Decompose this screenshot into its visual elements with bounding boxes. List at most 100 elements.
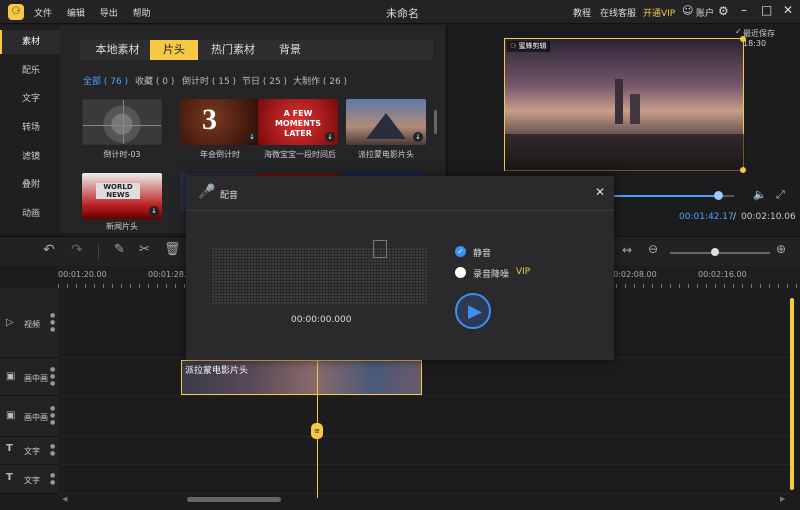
filter-blockbuster[interactable]: 大制作 ( 26 ) [293,74,347,87]
download-icon[interactable]: ↓ [149,206,159,216]
download-icon[interactable]: ↓ [413,132,423,142]
download-icon[interactable]: ↓ [247,132,257,142]
tutorial-link[interactable]: 教程 [573,6,591,19]
open-vip-link[interactable]: 开通VIP [643,6,675,19]
filter-all[interactable]: 全部 ( 76 ) [83,74,128,87]
resize-handle[interactable] [740,36,746,42]
track-lane-text-1[interactable] [58,437,790,465]
track-controls-icon[interactable]: ● ● ● [50,405,55,426]
nav-item-filter[interactable]: 滤镜 [0,145,60,169]
fit-width-icon[interactable]: ↔ [622,243,632,257]
check-icon: ✓ [735,27,742,36]
delete-icon[interactable]: 🗑 [164,242,181,257]
nav-item-animation[interactable]: 动画 [0,202,60,226]
track-lane-pip-1[interactable]: 派拉蒙电影片头 [58,358,790,396]
record-play-button[interactable]: ▶ [455,293,491,329]
left-nav: 素材 配乐 文字 转场 滤镜 叠附 动画 [0,25,60,233]
video-track-icon: ▷ [6,317,14,328]
timeline-hscroll[interactable] [187,497,281,502]
track-label: 画中画 [24,413,48,422]
record-timecode: 00:00:00.000 [291,315,352,325]
dubbing-dialog: 🎤 配音 ✕ 00:00:00.000 ✓ 静音 录音降噪 VIP ▶ [186,176,614,360]
autosave-status: 最近保存 18:30 [743,29,775,48]
track-header-pip-2: ▣ 画中画 ● ● ● [0,396,58,437]
mute-checkbox[interactable]: ✓ [455,246,466,257]
scroll-right-icon[interactable]: ▶ [780,495,785,503]
playback-progress-handle[interactable] [714,191,724,200]
download-icon[interactable]: ↓ [325,132,335,142]
menu-help[interactable]: 帮助 [133,9,151,19]
media-thumb-countdown-03[interactable] [82,99,162,145]
undo-icon[interactable]: ↶ [43,242,55,258]
tab-intro[interactable]: 片头 [150,40,198,60]
scroll-left-icon[interactable]: ◀ [62,495,67,503]
timeline-clip[interactable]: 派拉蒙电影片头 [181,360,422,395]
track-lane-text-2[interactable] [58,465,790,494]
preview-video[interactable]: ⚆ 蜜蜂剪辑 [504,36,746,173]
vip-badge: VIP [516,267,531,277]
fullscreen-icon[interactable]: ⤢ [776,188,785,202]
playhead-handle[interactable]: ≡ [311,423,323,439]
online-support-link[interactable]: 在线客服 [600,6,636,19]
tab-hot-material[interactable]: 热门素材 [205,40,261,60]
menu-edit[interactable]: 编辑 [67,9,85,19]
nav-item-music[interactable]: 配乐 [0,59,60,83]
edit-icon[interactable]: ✎ [114,242,125,257]
track-controls-icon[interactable]: ● ● ● [50,366,55,387]
dialog-divider [186,210,614,211]
media-label: 年会倒计时 [200,150,240,159]
time-separator: / [733,212,737,222]
track-lane-pip-2[interactable] [58,396,790,437]
media-thumb-paramount[interactable]: ↓ [346,99,426,145]
tab-local-material[interactable]: 本地素材 [90,40,145,60]
title-bar: ⚆ 文件 编辑 导出 帮助 未命名 教程 在线客服 开通VIP ☺ 账户 ⚙ –… [0,0,800,24]
track-controls-icon[interactable]: ● ● [50,472,55,486]
nav-item-overlay[interactable]: 叠附 [0,173,60,197]
media-scrollbar[interactable] [434,110,437,134]
track-label: 文字 [24,447,40,456]
menu-file[interactable]: 文件 [34,9,52,19]
denoise-label: 录音降噪 [473,270,510,280]
ruler-tick-label: 00:02:08.00 [608,270,657,279]
track-label: 文字 [24,476,40,485]
nav-item-transition[interactable]: 转场 [0,116,60,140]
current-time: 00:01:42.17 [679,212,734,222]
zoom-slider-track[interactable] [670,252,770,254]
filter-festival[interactable]: 节日 ( 25 ) [242,74,287,87]
microphone-icon: 🎤 [198,184,216,200]
close-icon[interactable]: ✕ [595,185,605,199]
waveform-cursor[interactable] [373,240,387,258]
ruler-tick-label: 00:02:16.00 [698,270,747,279]
filter-countdown[interactable]: 倒计时 ( 15 ) [182,74,236,87]
close-icon[interactable]: ✕ [783,3,793,17]
menu-export[interactable]: 导出 [100,9,118,19]
denoise-radio[interactable] [455,267,466,278]
track-controls-icon[interactable]: ● ● [50,443,55,457]
redo-icon[interactable]: ↷ [71,242,83,258]
media-thumb-news[interactable]: WORLD NEWS ↓ [82,173,162,219]
zoom-in-icon[interactable]: ⊕ [776,242,786,256]
maximize-icon[interactable]: □ [761,3,772,17]
timeline-vscroll[interactable] [790,298,794,490]
media-thumb-annual-countdown[interactable]: 3 ↓ [180,99,260,145]
zoom-out-icon[interactable]: ⊖ [648,242,658,256]
pip-track-icon: ▣ [6,371,16,382]
clip-label: 派拉蒙电影片头 [185,366,249,376]
mute-icon[interactable]: 🔈 [753,188,767,201]
nav-item-text[interactable]: 文字 [0,87,60,111]
tab-background[interactable]: 背景 [272,40,308,60]
settings-icon[interactable]: ⚙ [718,4,729,18]
nav-item-material[interactable]: 素材 [0,30,60,54]
waveform-area[interactable] [211,247,428,305]
minimize-icon[interactable]: – [741,3,747,17]
toolbar-divider [98,244,99,260]
user-icon[interactable]: ☺ [682,4,693,17]
ruler-tick-label: 00:01:20.00 [58,270,107,279]
media-thumb-moments-later[interactable]: A FEW MOMENTS LATER ↓ [258,99,338,145]
zoom-slider-handle[interactable] [711,248,719,256]
resize-handle[interactable] [740,167,746,173]
cut-icon[interactable]: ✂ [139,242,150,257]
filter-favorite[interactable]: 收藏 ( 0 ) [135,74,174,87]
account-button[interactable]: 账户 [696,6,714,19]
track-controls-icon[interactable]: ● ● ● [50,312,55,333]
